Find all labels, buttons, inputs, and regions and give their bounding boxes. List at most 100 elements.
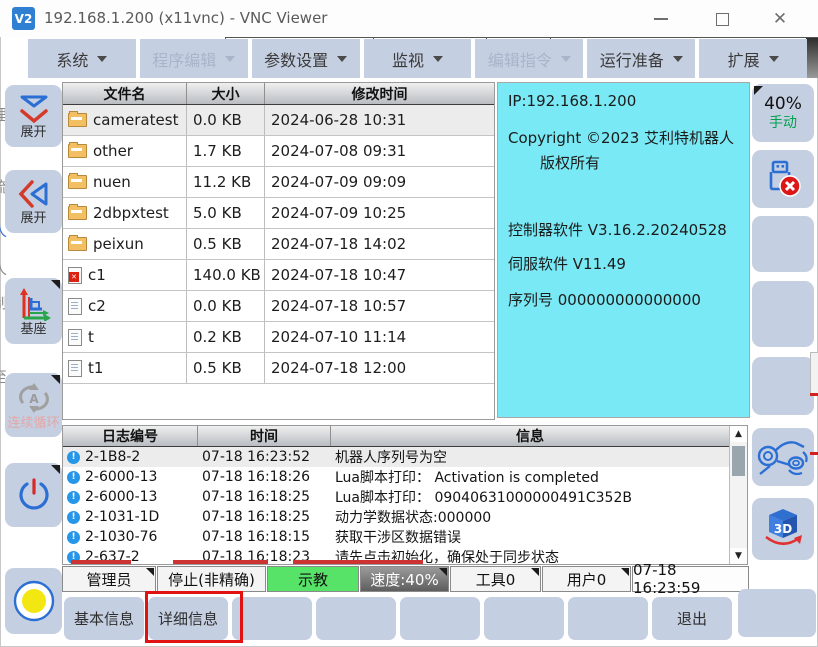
col-size[interactable]: 大小 [187, 83, 265, 104]
minimize-button[interactable] [644, 8, 678, 30]
bottom-blank-button[interactable] [738, 589, 816, 637]
remote-screen-edge [225, 37, 818, 38]
log-message: Lua脚本打印： Activation is completed [331, 467, 729, 487]
maximize-button[interactable] [705, 8, 739, 30]
usb-disconnect-icon [762, 158, 804, 200]
right-blank-button[interactable] [752, 357, 814, 415]
col-log-message[interactable]: 信息 [331, 426, 729, 446]
status-speed[interactable]: 速度:40% [360, 566, 449, 592]
table-row[interactable]: cameratest 0.0 KB 2024-06-28 10:31 [63, 105, 494, 136]
copyright-line1: Copyright ©2023 艾利特机器人 [508, 127, 734, 148]
info-icon: ! [67, 511, 80, 524]
menu-monitor[interactable]: 监视 [364, 39, 472, 78]
log-row[interactable]: !2-1B8-2 07-18 16:23:52 机器人序列号为空 [63, 447, 729, 467]
log-row[interactable]: !2-1031-1D 07-18 16:18:25 动力学数据状态:000000 [63, 507, 729, 527]
file-table: 文件名 大小 修改时间 cameratest 0.0 KB 2024-06-28… [62, 82, 495, 420]
close-button[interactable]: ✕ [763, 8, 797, 30]
chevron-down-icon [769, 56, 779, 62]
servo-status-button[interactable] [5, 568, 62, 634]
log-message: Lua脚本打印： 09040631000000491C352B [331, 487, 729, 507]
bottom-blank-button[interactable] [484, 597, 564, 640]
file-time: 2024-07-09 09:09 [265, 167, 494, 198]
power-button[interactable] [5, 463, 62, 527]
vnc-viewer-window: V2 192.168.1.200 (x11vnc) - VNC Viewer ✕… [0, 0, 818, 647]
file-size: 0.0 KB [187, 291, 265, 322]
col-log-time[interactable]: 时间 [198, 426, 331, 446]
bottom-blank-button[interactable] [232, 597, 312, 640]
table-row[interactable]: t 0.2 KB 2024-07-10 11:14 [63, 322, 494, 353]
info-icon: ! [67, 531, 80, 544]
menu-system[interactable]: 系统 [28, 39, 136, 78]
document-icon [68, 360, 82, 377]
table-row[interactable]: peixun 0.5 KB 2024-07-18 14:02 [63, 229, 494, 260]
scrollbar-thumb[interactable] [732, 446, 745, 476]
file-time: 2024-06-28 10:31 [265, 105, 494, 136]
menu-label: 运行准备 [600, 47, 664, 71]
scroll-up-icon[interactable]: ▲ [730, 426, 747, 442]
expand-left-button[interactable]: 展开 [5, 170, 62, 233]
chevron-down-icon [673, 56, 683, 62]
minimize-icon [654, 18, 668, 20]
hand-grip-icon [756, 434, 810, 480]
file-error-icon [68, 267, 82, 284]
expand-label: 展开 [20, 126, 46, 139]
status-user-frame[interactable]: 用户0 [542, 566, 631, 592]
menu-run-prepare[interactable]: 运行准备 [587, 39, 695, 78]
file-name: c2 [88, 297, 106, 315]
chevron-double-down-icon [16, 94, 52, 124]
datetime-label: 07-18 16:23:59 [633, 561, 748, 597]
col-modified[interactable]: 修改时间 [265, 83, 494, 104]
status-teach-mode[interactable]: 示教 [267, 566, 359, 592]
expand-down-button[interactable]: 展开 [5, 85, 62, 147]
menu-label: 编辑指令 [488, 47, 552, 71]
serial-number: 序列号 000000000000000 [508, 289, 701, 310]
status-tool[interactable]: 工具0 [450, 566, 541, 592]
col-log-id[interactable]: 日志编号 [63, 426, 198, 446]
base-frame-button[interactable]: 基座 [5, 278, 62, 344]
status-user-role[interactable]: 管理员 [62, 566, 156, 592]
exit-button[interactable]: 退出 [652, 597, 732, 640]
speed-value: 40% [764, 94, 802, 114]
right-blank-button[interactable] [752, 281, 814, 347]
file-size: 5.0 KB [187, 198, 265, 229]
menu-label: 监视 [392, 47, 424, 71]
status-motion-state: 停止(非精确) [157, 566, 266, 592]
title-bar: V2 192.168.1.200 (x11vnc) - VNC Viewer ✕ [0, 0, 818, 37]
folder-icon [68, 206, 87, 220]
file-time: 2024-07-08 09:31 [265, 136, 494, 167]
log-row[interactable]: !2-6000-13 07-18 16:18:26 Lua脚本打印： Activ… [63, 467, 729, 487]
log-row[interactable]: !2-6000-13 07-18 16:18:25 Lua脚本打印： 09040… [63, 487, 729, 507]
file-name: nuen [93, 173, 131, 191]
clipped-red-fragment [810, 452, 818, 455]
table-row[interactable]: nuen 11.2 KB 2024-07-09 09:09 [63, 167, 494, 198]
chevron-down-icon [225, 56, 235, 62]
right-blank-button[interactable] [752, 216, 814, 272]
log-scrollbar[interactable]: ▲ ▼ [729, 426, 747, 564]
file-size: 0.0 KB [187, 105, 265, 136]
log-time: 07-18 16:18:25 [198, 487, 331, 507]
table-row[interactable]: t1 0.5 KB 2024-07-18 12:00 [63, 353, 494, 384]
drag-teach-button[interactable] [752, 428, 814, 486]
menu-extension[interactable]: 扩展 [699, 39, 807, 78]
file-table-header: 文件名 大小 修改时间 [63, 83, 494, 105]
bottom-blank-button[interactable] [316, 597, 396, 640]
3d-view-button[interactable]: 3D [752, 498, 814, 560]
table-row[interactable]: other 1.7 KB 2024-07-08 09:31 [63, 136, 494, 167]
usb-eject-button[interactable] [752, 150, 814, 208]
table-row[interactable]: c2 0.0 KB 2024-07-18 10:57 [63, 291, 494, 322]
servo-indicator-icon [12, 579, 56, 623]
log-row[interactable]: !2-1030-76 07-18 16:18:15 获取干涉区数据错误 [63, 527, 729, 547]
continuous-cycle-label: 连续循环 [7, 417, 59, 430]
speed-mode-button[interactable]: 40% 手动 [752, 84, 814, 142]
bottom-blank-button[interactable] [568, 597, 648, 640]
table-row[interactable]: 2dbpxtest 5.0 KB 2024-07-09 10:25 [63, 198, 494, 229]
clipped-red-fragment [810, 393, 818, 396]
menu-parameter-settings[interactable]: 参数设置 [252, 39, 360, 78]
col-filename[interactable]: 文件名 [63, 83, 187, 104]
bottom-blank-button[interactable] [400, 597, 480, 640]
file-name: t [88, 328, 94, 346]
basic-info-button[interactable]: 基本信息 [64, 597, 144, 640]
log-message: 获取干涉区数据错误 [331, 527, 729, 547]
table-row[interactable]: c1 140.0 KB 2024-07-18 10:47 [63, 260, 494, 291]
chevron-down-icon [561, 56, 571, 62]
